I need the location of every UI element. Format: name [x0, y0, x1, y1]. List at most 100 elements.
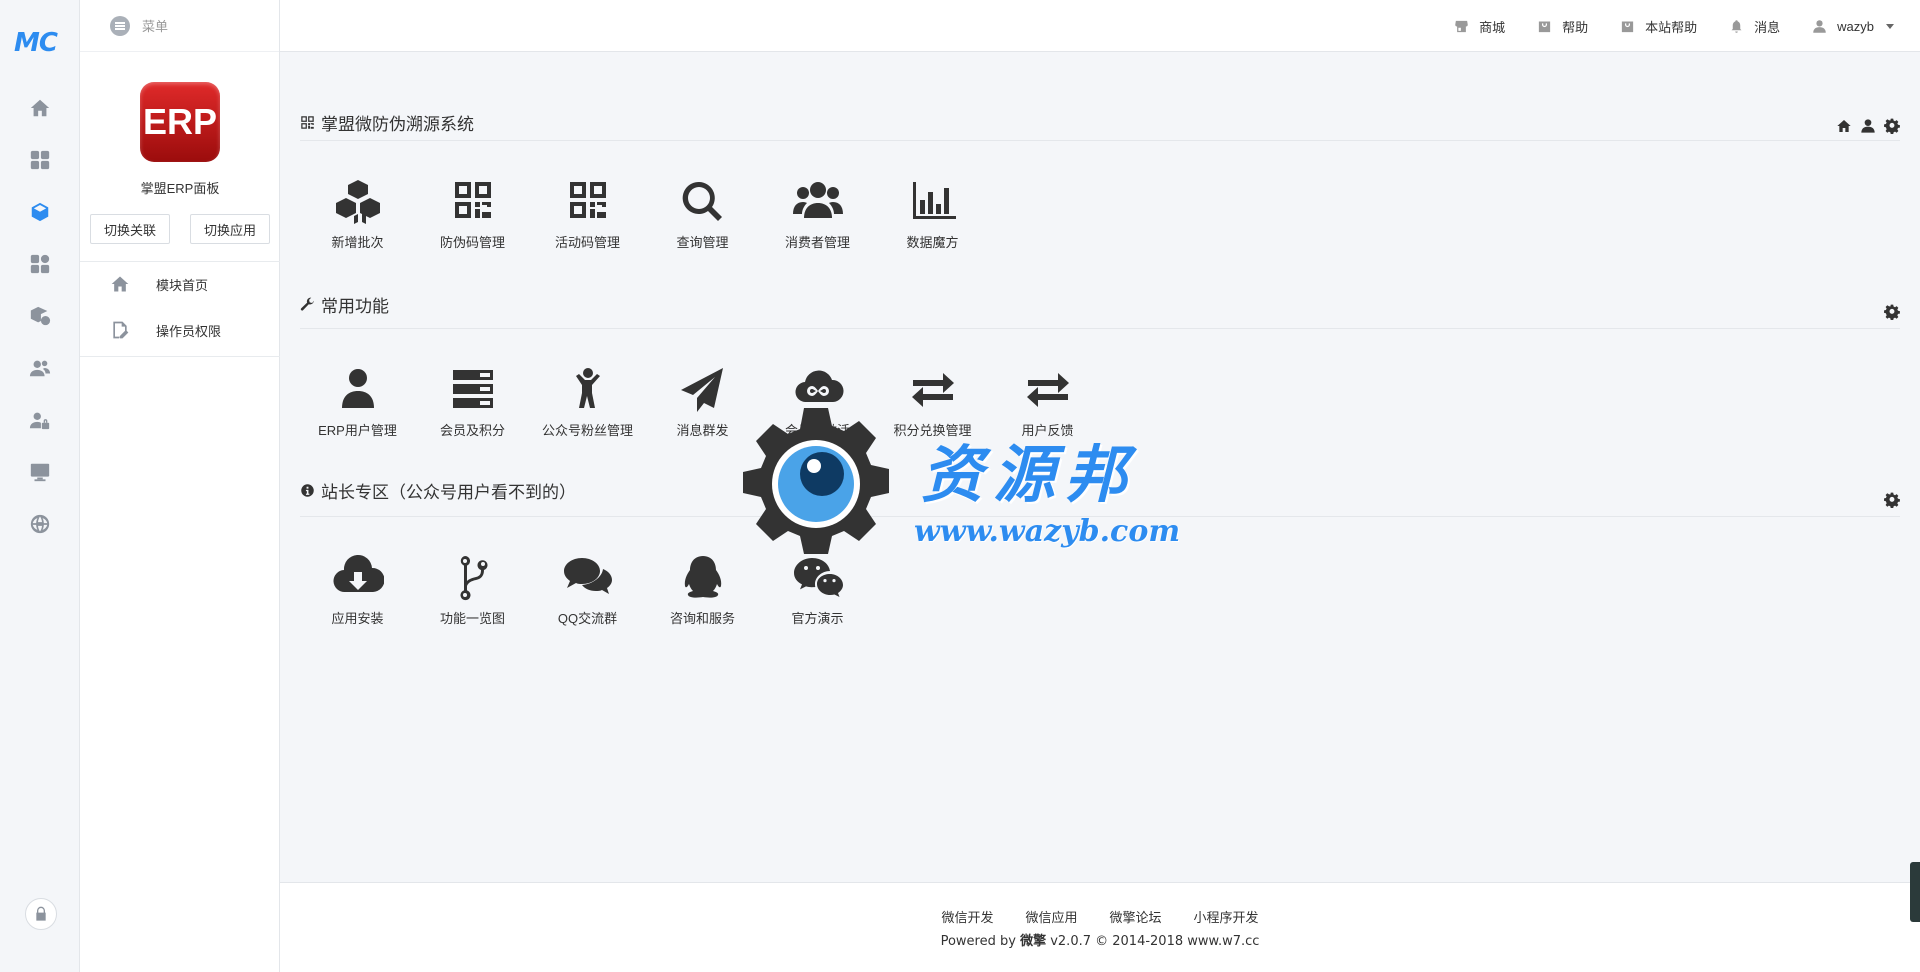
switch-app-button[interactable]: 切换应用	[190, 214, 270, 244]
divider	[80, 356, 280, 357]
tile-mass-message[interactable]: 消息群发	[645, 366, 760, 439]
section-tools	[1884, 304, 1900, 320]
menu-label: 菜单	[142, 19, 169, 34]
qrcode-icon	[454, 182, 491, 218]
rail-user-lock-icon[interactable]	[28, 408, 52, 432]
section-title-common: 常用功能	[300, 292, 389, 317]
qrcode-small-icon	[301, 116, 314, 129]
user-icon[interactable]	[1860, 118, 1876, 134]
info-icon	[301, 484, 314, 497]
user-icon	[1813, 19, 1826, 33]
code-fork-icon	[460, 555, 487, 601]
tile-activity-code[interactable]: 活动码管理	[530, 178, 645, 251]
cloud-download-icon	[333, 554, 384, 593]
home-icon[interactable]	[1836, 118, 1852, 134]
tile-app-install[interactable]: 应用安装	[300, 554, 415, 627]
side-scroll-handle[interactable]	[1910, 862, 1920, 922]
icon-rail: MC	[0, 0, 80, 972]
section-tools	[1884, 492, 1900, 508]
switch-link-button[interactable]: 切换关联	[90, 214, 170, 244]
tile-fans-management[interactable]: 公众号粉丝管理	[530, 366, 645, 439]
tile-official-demo[interactable]: 官方演示	[760, 554, 875, 627]
lock-screen-button[interactable]	[25, 898, 57, 930]
footer-link-wechat-apps[interactable]: 微信应用	[1025, 907, 1077, 926]
sidebar-item-operator-permission[interactable]: 操作员权限	[110, 318, 270, 342]
section-title-anticounterfeit: 掌盟微防伪溯源系统	[300, 110, 474, 135]
tile-data-cube[interactable]: 数据魔方	[875, 178, 990, 251]
lock-icon	[36, 906, 46, 921]
tile-qq-group[interactable]: QQ交流群	[530, 554, 645, 627]
rail-globe-icon[interactable]	[28, 512, 52, 536]
nav-help[interactable]: 帮助	[1537, 17, 1588, 36]
tile-user-feedback[interactable]: 用户反馈	[990, 366, 1105, 439]
section-divider	[300, 328, 1900, 329]
users-icon	[792, 182, 843, 218]
tile-anticounterfeit-code[interactable]: 防伪码管理	[415, 178, 530, 251]
paper-plane-icon	[680, 368, 723, 412]
child-icon	[575, 368, 600, 408]
bar-chart-icon	[912, 182, 956, 219]
tile-query-management[interactable]: 查询管理	[645, 178, 760, 251]
brand-logo[interactable]: MC	[14, 28, 58, 58]
app-logo: ERP	[140, 82, 220, 162]
sidebar-item-label: 模块首页	[156, 277, 209, 293]
store-icon	[1455, 20, 1468, 32]
tile-grid-common: ERP用户管理 会员及积分 公众号粉丝管理 消息群发 会员卡激活 积分兑换管理 …	[300, 366, 1105, 439]
tile-feature-overview[interactable]: 功能一览图	[415, 554, 530, 627]
qrcode-icon	[569, 182, 606, 218]
section-divider	[300, 516, 1900, 517]
menu-toggle[interactable]: 菜单	[80, 0, 279, 52]
rail-package-settings-icon[interactable]	[28, 304, 52, 328]
tile-member-card[interactable]: 会员卡激活	[760, 366, 875, 439]
wechat-icon	[793, 558, 843, 597]
comments-icon	[563, 558, 612, 594]
top-bar: 商城 帮助 本站帮助 消息 wazyb	[280, 0, 1920, 52]
footer-link-forum[interactable]: 微擎论坛	[1110, 907, 1162, 926]
rail-module-cube-icon[interactable]	[28, 200, 52, 224]
qq-penguin-icon	[684, 556, 721, 598]
footer: 微信开发 微信应用 微擎论坛 小程序开发 Powered by 微擎 v2.0.…	[280, 882, 1920, 972]
cubes-icon	[335, 180, 380, 224]
rail-widgets-icon[interactable]	[28, 252, 52, 276]
gear-icon[interactable]	[1884, 304, 1900, 320]
footer-link-wechat-dev[interactable]: 微信开发	[941, 907, 993, 926]
tile-member-points[interactable]: 会员及积分	[415, 366, 530, 439]
main-content: 掌盟微防伪溯源系统 新增批次 防伪码管理 活动码管理 查询管理 消费者管理 数据…	[280, 52, 1920, 882]
bag-icon	[1621, 21, 1634, 32]
tile-new-batch[interactable]: 新增批次	[300, 178, 415, 251]
cloud-infinity-icon	[794, 370, 844, 403]
list-icon	[110, 15, 130, 36]
nav-site-help[interactable]: 本站帮助	[1620, 17, 1697, 36]
footer-link-miniprogram[interactable]: 小程序开发	[1194, 907, 1259, 926]
gear-icon[interactable]	[1884, 118, 1900, 134]
wrench-icon	[300, 297, 314, 311]
home-icon	[111, 276, 129, 292]
nav-store[interactable]: 商城	[1454, 17, 1505, 36]
exchange-icon	[1026, 373, 1069, 407]
gear-icon[interactable]	[1884, 492, 1900, 508]
rail-home-icon[interactable]	[28, 96, 52, 120]
footer-brand[interactable]: 微擎	[1020, 934, 1046, 949]
section-divider	[300, 140, 1900, 141]
rail-apps-icon[interactable]	[28, 148, 52, 172]
edit-doc-icon	[113, 321, 129, 339]
search-icon	[682, 181, 722, 221]
tile-grid-admin: 应用安装 功能一览图 QQ交流群 咨询和服务 官方演示	[300, 554, 875, 627]
app-name: 掌盟ERP面板	[140, 181, 220, 196]
section-title-admin: 站长专区（公众号用户看不到的）	[300, 478, 576, 503]
tile-points-exchange[interactable]: 积分兑换管理	[875, 366, 990, 439]
tile-erp-user-management[interactable]: ERP用户管理	[300, 366, 415, 439]
rail-monitor-icon[interactable]	[28, 460, 52, 484]
tile-consult-service[interactable]: 咨询和服务	[645, 554, 760, 627]
module-sidebar: 菜单 ERP 掌盟ERP面板 切换关联 切换应用 模块首页 操作员权限	[80, 0, 280, 972]
chevron-down-icon	[1886, 23, 1894, 29]
divider	[80, 261, 280, 262]
section-tools	[1836, 118, 1900, 134]
sidebar-item-module-home[interactable]: 模块首页	[110, 272, 270, 296]
rail-users-icon[interactable]	[28, 356, 52, 380]
nav-messages[interactable]: 消息	[1729, 17, 1780, 36]
server-icon	[452, 370, 493, 408]
nav-user-menu[interactable]: wazyb	[1812, 19, 1894, 34]
tile-consumer-management[interactable]: 消费者管理	[760, 178, 875, 251]
bell-icon	[1731, 19, 1742, 33]
